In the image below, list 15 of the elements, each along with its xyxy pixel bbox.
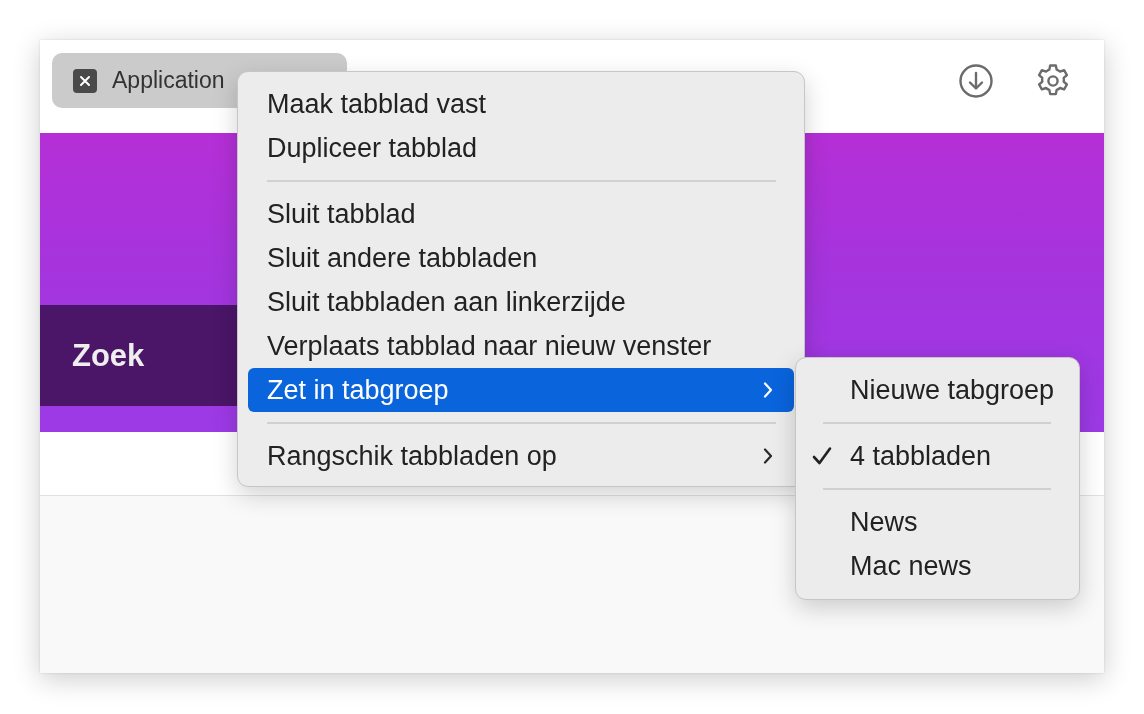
menu-item[interactable]: Nieuwe tabgroep — [806, 368, 1069, 412]
search-panel: Zoek — [40, 305, 240, 406]
menu-item[interactable]: Sluit tabblad — [248, 192, 794, 236]
menu-item[interactable]: Sluit andere tabbladen — [248, 236, 794, 280]
menu-item[interactable]: Zet in tabgroep — [248, 368, 794, 412]
download-icon[interactable] — [959, 63, 993, 98]
menu-item[interactable]: News — [806, 500, 1069, 544]
menu-item[interactable]: 4 tabbladen — [806, 434, 1069, 478]
tab-title: Application — [112, 67, 225, 94]
menu-item[interactable]: Rangschik tabbladen op — [248, 434, 794, 478]
menu-item[interactable]: Mac news — [806, 544, 1069, 588]
menu-item[interactable]: Verplaats tabblad naar nieuw venster — [248, 324, 794, 368]
close-icon[interactable] — [73, 68, 97, 93]
menu-item[interactable]: Dupliceer tabblad — [248, 126, 794, 170]
menu-item[interactable]: Sluit tabbladen aan linkerzijde — [248, 280, 794, 324]
